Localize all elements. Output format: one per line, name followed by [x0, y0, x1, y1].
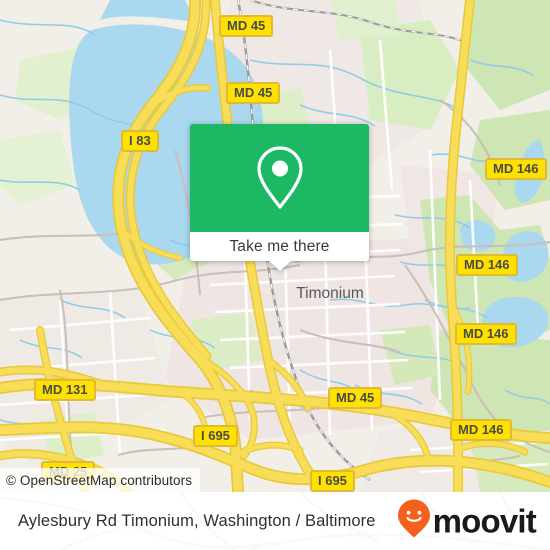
- moovit-pin-smile-icon: [397, 499, 431, 544]
- footer-bar: Aylesbury Rd Timonium, Washington / Balt…: [0, 492, 550, 550]
- popup-header: [190, 124, 369, 232]
- popup-footer[interactable]: Take me there: [190, 232, 369, 261]
- road-shield: MD 146: [456, 254, 518, 276]
- map-place-labels: Timonium: [296, 285, 363, 302]
- road-shield: MD 146: [455, 323, 517, 345]
- road-shield: I 83: [121, 130, 159, 152]
- osm-attribution[interactable]: © OpenStreetMap contributors: [0, 468, 201, 492]
- take-me-there-button[interactable]: Take me there: [229, 238, 329, 256]
- map-screenshot: Timonium MD 45 MD 45 I 83 MD 146 MD 146 MD 14…: [0, 0, 550, 550]
- moovit-logo[interactable]: moovit: [397, 499, 537, 544]
- place-label-timonium: Timonium: [296, 285, 363, 302]
- moovit-wordmark: moovit: [432, 502, 537, 540]
- road-shield: I 695: [193, 425, 238, 447]
- road-shield: MD 131: [34, 379, 96, 401]
- road-shield: MD 45: [226, 82, 281, 104]
- road-shield: MD 45: [219, 15, 274, 37]
- road-shield: MD 45: [328, 387, 383, 409]
- map-pin-icon: [253, 144, 307, 212]
- road-shield: MD 146: [450, 419, 512, 441]
- road-shield: MD 146: [485, 158, 547, 180]
- road-shield: I 695: [310, 470, 355, 492]
- popup-pointer: [268, 261, 291, 271]
- location-popup-card[interactable]: Take me there: [190, 124, 369, 271]
- page-title: Aylesbury Rd Timonium, Washington / Balt…: [18, 511, 376, 530]
